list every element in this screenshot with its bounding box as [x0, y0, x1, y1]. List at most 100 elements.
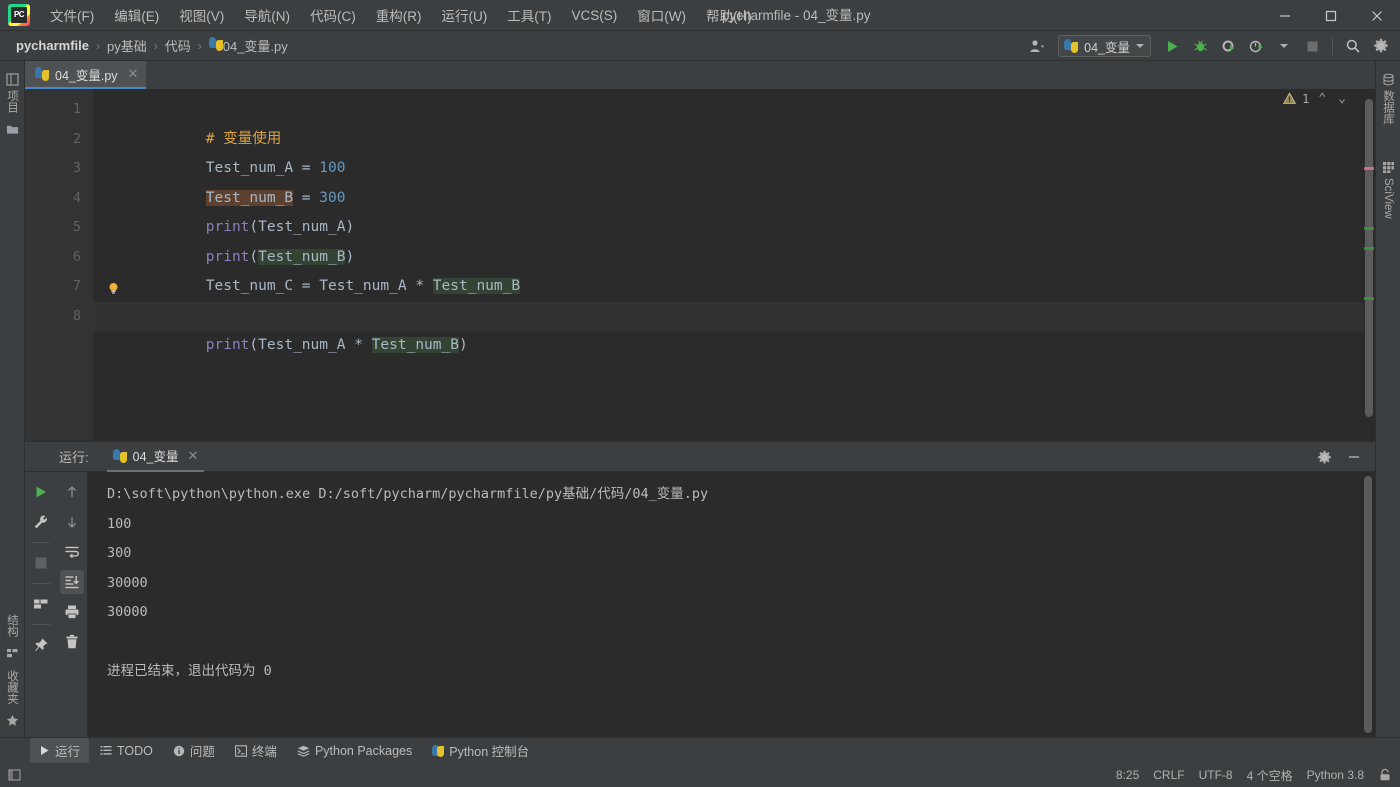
tool-window-bar: 运行 TODO 问题 终端 Python Packages Python 控制台: [0, 737, 1400, 763]
tool-window-terminal-label: 终端: [251, 745, 277, 759]
menu-file[interactable]: 文件(F): [40, 1, 104, 29]
run-console-output[interactable]: D:\soft\python\python.exe D:/soft/pychar…: [87, 472, 1375, 737]
gear-icon[interactable]: [1311, 445, 1337, 469]
stop-icon[interactable]: [1299, 34, 1325, 58]
code-line-3[interactable]: Test_num_B = 300: [93, 154, 1363, 206]
python-interpreter[interactable]: Python 3.8: [1307, 768, 1364, 782]
menu-window[interactable]: 窗口(W): [627, 1, 696, 29]
stop-icon[interactable]: [29, 551, 53, 575]
run-configuration-selector[interactable]: 04_变量: [1058, 35, 1151, 57]
pin-icon[interactable]: [29, 633, 53, 657]
menu-run[interactable]: 运行(U): [432, 1, 498, 29]
code-line-5[interactable]: print(Test_num_B): [93, 213, 1363, 265]
lock-icon[interactable]: [1378, 768, 1392, 782]
print-icon[interactable]: [60, 600, 84, 624]
layout-icon[interactable]: [29, 592, 53, 616]
minimize-icon[interactable]: [1341, 445, 1367, 469]
show-tool-windows-icon[interactable]: [8, 768, 22, 782]
status-bar-right: 8:25 CRLF UTF-8 4 个空格 Python 3.8: [1116, 767, 1392, 784]
favorites-star-icon-btn[interactable]: [6, 710, 19, 737]
menu-tools[interactable]: 工具(T): [497, 1, 561, 29]
settings-icon[interactable]: [1368, 34, 1394, 58]
tool-window-todo[interactable]: TODO: [91, 741, 162, 761]
breadcrumb-folder-1[interactable]: py基础: [103, 34, 151, 57]
close-button[interactable]: [1354, 0, 1400, 31]
menu-view[interactable]: 视图(V): [169, 1, 234, 29]
run-tab[interactable]: 04_变量 ✕: [106, 442, 205, 472]
code-line-7[interactable]: print(Test_num_C): [93, 272, 1363, 324]
toolbar-divider: [31, 542, 50, 543]
project-icon: [5, 73, 19, 86]
run-actions-column: [25, 472, 56, 737]
minimize-button[interactable]: [1262, 0, 1308, 31]
user-icon[interactable]: [1024, 34, 1050, 58]
editor-scroll-thumb[interactable]: [1365, 99, 1373, 417]
sidebar-item-structure-label: 结构: [6, 613, 18, 637]
code-line-8[interactable]: print(Test_num_A * Test_num_B): [93, 301, 1363, 353]
window-title: pycharmfile - 04_变量.py: [722, 8, 871, 23]
line-number-gutter: 1 2 3 4 5 6 7 8: [25, 89, 93, 441]
wrench-settings-icon[interactable]: [29, 510, 53, 534]
chevron-up-icon[interactable]: ⌃: [1315, 91, 1329, 106]
console-actions-column: [56, 472, 87, 737]
code-line-4[interactable]: print(Test_num_A): [93, 184, 1363, 235]
tool-window-problems[interactable]: 问题: [164, 738, 224, 763]
scrollbar-marker-vcs: [1364, 227, 1374, 230]
main-body: 项目 结构 收藏夹 04_变量.py ✕ 1 2 3 4 5 6 7 8 # 变…: [0, 61, 1400, 737]
menu-code[interactable]: 代码(C): [300, 1, 366, 29]
code-content[interactable]: # 变量使用 Test_num_A = 100 Test_num_B = 300…: [93, 89, 1363, 441]
tool-window-python-console[interactable]: Python 控制台: [423, 738, 538, 763]
run-icon[interactable]: [1159, 34, 1185, 58]
inspection-widget[interactable]: 1 ⌃ ⌄: [1283, 91, 1349, 106]
scroll-to-end-icon[interactable]: [59, 570, 84, 594]
profile-icon[interactable]: [1243, 34, 1269, 58]
caret-position[interactable]: 8:25: [1116, 768, 1139, 782]
trash-icon[interactable]: [60, 630, 84, 654]
tool-window-problems-label: 问题: [189, 745, 215, 759]
tool-window-terminal[interactable]: 终端: [226, 738, 286, 763]
breadcrumb-folder-2[interactable]: 代码: [161, 34, 195, 57]
sidebar-item-database[interactable]: 数据库: [1380, 67, 1396, 131]
arrow-up-icon[interactable]: [60, 480, 84, 504]
tool-window-python-packages[interactable]: Python Packages: [288, 741, 421, 761]
close-icon[interactable]: ✕: [187, 448, 198, 464]
tool-window-python-console-label: Python 控制台: [449, 745, 530, 759]
menu-edit[interactable]: 编辑(E): [104, 1, 169, 29]
chevron-down-icon[interactable]: [1271, 34, 1297, 58]
debug-icon[interactable]: [1187, 34, 1213, 58]
menu-vcs[interactable]: VCS(S): [562, 4, 628, 27]
code-line-2[interactable]: Test_num_A = 100: [93, 125, 1363, 176]
console-line: D:\soft\python\python.exe D:/soft/pychar…: [107, 486, 709, 502]
menu-refactor[interactable]: 重构(R): [366, 1, 432, 29]
code-editor[interactable]: 1 2 3 4 5 6 7 8 # 变量使用 Test_num_A = 100: [25, 89, 1375, 441]
structure-icon-btn[interactable]: [6, 643, 19, 664]
menu-navigate[interactable]: 导航(N): [234, 1, 300, 29]
soft-wrap-icon[interactable]: [60, 540, 84, 564]
scrollbar-marker-vcs: [1364, 297, 1374, 300]
editor-tab-04-变量[interactable]: 04_变量.py ✕: [25, 61, 147, 89]
intention-bulb-icon[interactable]: [107, 282, 120, 295]
file-encoding[interactable]: UTF-8: [1199, 768, 1233, 782]
code-line-1[interactable]: # 变量使用: [93, 95, 1363, 147]
breadcrumb-project[interactable]: pycharmfile: [12, 36, 93, 55]
sidebar-item-project[interactable]: 项目: [4, 67, 20, 119]
code-line-6[interactable]: Test_num_C = Test_num_A * Test_num_B: [93, 243, 1363, 294]
tool-window-run[interactable]: 运行: [30, 738, 90, 763]
search-icon[interactable]: [1340, 34, 1366, 58]
project-folder-icon-btn[interactable]: [6, 119, 19, 140]
close-icon[interactable]: ✕: [128, 66, 139, 82]
line-separator[interactable]: CRLF: [1153, 768, 1184, 782]
coverage-icon[interactable]: [1215, 34, 1241, 58]
editor-scrollbar[interactable]: [1363, 89, 1375, 441]
maximize-button[interactable]: [1308, 0, 1354, 31]
indent-size[interactable]: 4 个空格: [1247, 767, 1293, 784]
sidebar-item-sciview[interactable]: SciView: [1382, 155, 1395, 225]
chevron-down-icon[interactable]: ⌄: [1335, 91, 1349, 106]
rerun-icon[interactable]: [29, 480, 53, 504]
breadcrumb-file[interactable]: 04_变量.py: [205, 34, 292, 57]
console-scrollbar[interactable]: [1363, 476, 1373, 733]
sidebar-item-favorites[interactable]: 收藏夹: [4, 664, 20, 711]
sidebar-item-structure[interactable]: 结构: [4, 608, 20, 643]
arrow-down-icon[interactable]: [60, 510, 84, 534]
console-scroll-thumb[interactable]: [1364, 476, 1372, 733]
